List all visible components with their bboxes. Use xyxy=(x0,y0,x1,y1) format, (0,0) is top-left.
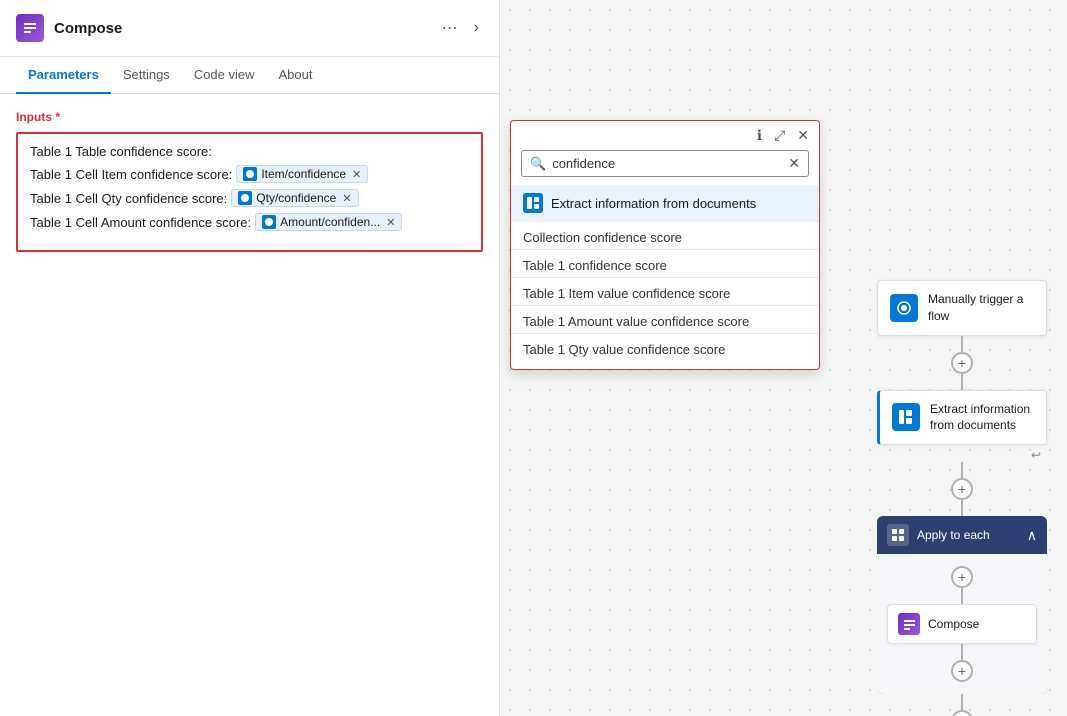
token-icon-2 xyxy=(238,191,252,205)
line-4 xyxy=(961,500,963,516)
inputs-label: Inputs * xyxy=(16,110,483,124)
token-label-3: Amount/confiden... xyxy=(280,215,380,229)
dropdown-item-extract[interactable]: Extract information from documents xyxy=(511,185,819,221)
inputs-box[interactable]: Table 1 Table confidence score: Table 1 … xyxy=(16,132,483,252)
token-close-3[interactable]: ✕ xyxy=(386,216,395,229)
extract-flow-label: Extract information from documents xyxy=(930,401,1034,435)
panel-header: Compose ⋯ › xyxy=(0,0,499,57)
extract-link[interactable]: ↩ xyxy=(1031,448,1041,462)
token-label-1: Item/confidence xyxy=(261,167,346,181)
collapse-button[interactable]: › xyxy=(470,17,483,39)
flow-diagram: Manually trigger a flow + Extract inform… xyxy=(877,280,1047,716)
input-text-4: Table 1 Cell Amount confidence score: xyxy=(30,215,251,230)
dropdown-item-3[interactable]: Table 1 Amount value confidence score xyxy=(511,305,819,333)
token-qty-confidence[interactable]: Qty/confidence ✕ xyxy=(231,189,358,207)
dropdown-item-4[interactable]: Table 1 Qty value confidence score xyxy=(511,333,819,361)
search-box: 🔍 ✕ xyxy=(521,150,809,177)
compose-flow-icon xyxy=(898,613,920,635)
plus-button-1[interactable]: + xyxy=(951,352,973,374)
apply-to-each-body: + Compose + xyxy=(877,554,1047,694)
flow-node-extract[interactable]: Extract information from documents xyxy=(877,390,1047,446)
compose-inner-label: Compose xyxy=(928,616,979,633)
tab-parameters[interactable]: Parameters xyxy=(16,57,111,94)
line-3 xyxy=(961,462,963,478)
extract-flow-icon xyxy=(892,403,920,431)
token-close-1[interactable]: ✕ xyxy=(352,168,361,181)
line-2 xyxy=(961,374,963,390)
connector-final: + xyxy=(951,694,973,716)
tabs-bar: Parameters Settings Code view About xyxy=(0,57,499,94)
more-options-button[interactable]: ⋯ xyxy=(438,16,462,40)
search-clear-button[interactable]: ✕ xyxy=(788,155,800,172)
token-icon-3 xyxy=(262,215,276,229)
token-item-confidence[interactable]: Item/confidence ✕ xyxy=(236,165,368,183)
input-text-3: Table 1 Cell Qty confidence score: xyxy=(30,191,227,206)
tab-codeview[interactable]: Code view xyxy=(182,57,267,94)
popup-info-button[interactable]: ℹ xyxy=(755,125,764,146)
input-row-4: Table 1 Cell Amount confidence score: Am… xyxy=(30,213,469,231)
collapse-apply-button[interactable]: ∧ xyxy=(1027,527,1037,544)
apply-to-each-label: Apply to each xyxy=(917,528,990,542)
inner-connector-1: + xyxy=(951,566,973,604)
left-panel: Compose ⋯ › Parameters Settings Code vie… xyxy=(0,0,500,716)
inner-connector-2: + xyxy=(951,644,973,682)
input-text-1: Table 1 Table confidence score: xyxy=(30,144,212,159)
canvas-panel: ℹ ⤢ ✕ 🔍 ✕ Extract information from docum… xyxy=(500,0,1067,716)
input-row-2: Table 1 Cell Item confidence score: Item… xyxy=(30,165,469,183)
line-7 xyxy=(961,694,963,710)
connector-1: + xyxy=(951,336,973,390)
panel-actions: ⋯ › xyxy=(438,16,483,40)
apply-to-each-title: Apply to each xyxy=(887,524,990,546)
plus-button-3[interactable]: + xyxy=(951,566,973,588)
plus-button-2[interactable]: + xyxy=(951,478,973,500)
extract-icon xyxy=(523,193,543,213)
panel-title: Compose xyxy=(54,20,428,37)
input-row-1: Table 1 Table confidence score: xyxy=(30,144,469,159)
dropdown-item-0[interactable]: Collection confidence score xyxy=(511,221,819,249)
token-amount-confidence[interactable]: Amount/confiden... ✕ xyxy=(255,213,402,231)
input-text-2: Table 1 Cell Item confidence score: xyxy=(30,167,232,182)
line-5 xyxy=(961,588,963,604)
trigger-icon xyxy=(890,294,918,322)
popup-close-button[interactable]: ✕ xyxy=(795,125,811,146)
token-label-2: Qty/confidence xyxy=(256,191,336,205)
dropdown-list: Extract information from documents Colle… xyxy=(511,185,819,369)
trigger-label: Manually trigger a flow xyxy=(928,291,1034,325)
tab-settings[interactable]: Settings xyxy=(111,57,182,94)
flow-node-apply-to-each[interactable]: Apply to each ∧ + Compose xyxy=(877,516,1047,694)
dropdown-item-2[interactable]: Table 1 Item value confidence score xyxy=(511,277,819,305)
compose-icon xyxy=(16,14,44,42)
flow-node-trigger[interactable]: Manually trigger a flow xyxy=(877,280,1047,336)
input-row-3: Table 1 Cell Qty confidence score: Qty/c… xyxy=(30,189,469,207)
extract-item-label: Extract information from documents xyxy=(551,196,756,211)
flow-node-compose-inner[interactable]: Compose xyxy=(887,604,1037,644)
popup-expand-button[interactable]: ⤢ xyxy=(772,125,787,146)
panel-content: Inputs * Table 1 Table confidence score:… xyxy=(0,94,499,716)
connector-2: + xyxy=(951,462,973,516)
loop-icon xyxy=(887,524,909,546)
search-input[interactable] xyxy=(552,156,782,171)
plus-button-4[interactable]: + xyxy=(951,660,973,682)
line-6 xyxy=(961,644,963,660)
tab-about[interactable]: About xyxy=(267,57,325,94)
token-close-2[interactable]: ✕ xyxy=(342,192,351,205)
token-icon-1 xyxy=(243,167,257,181)
dropdown-popup: ℹ ⤢ ✕ 🔍 ✕ Extract information from docum… xyxy=(510,120,820,370)
search-icon: 🔍 xyxy=(530,156,546,172)
dropdown-item-1[interactable]: Table 1 confidence score xyxy=(511,249,819,277)
popup-header: ℹ ⤢ ✕ xyxy=(511,121,819,150)
apply-to-each-header: Apply to each ∧ xyxy=(877,516,1047,554)
line-1 xyxy=(961,336,963,352)
plus-button-5[interactable]: + xyxy=(951,710,973,716)
